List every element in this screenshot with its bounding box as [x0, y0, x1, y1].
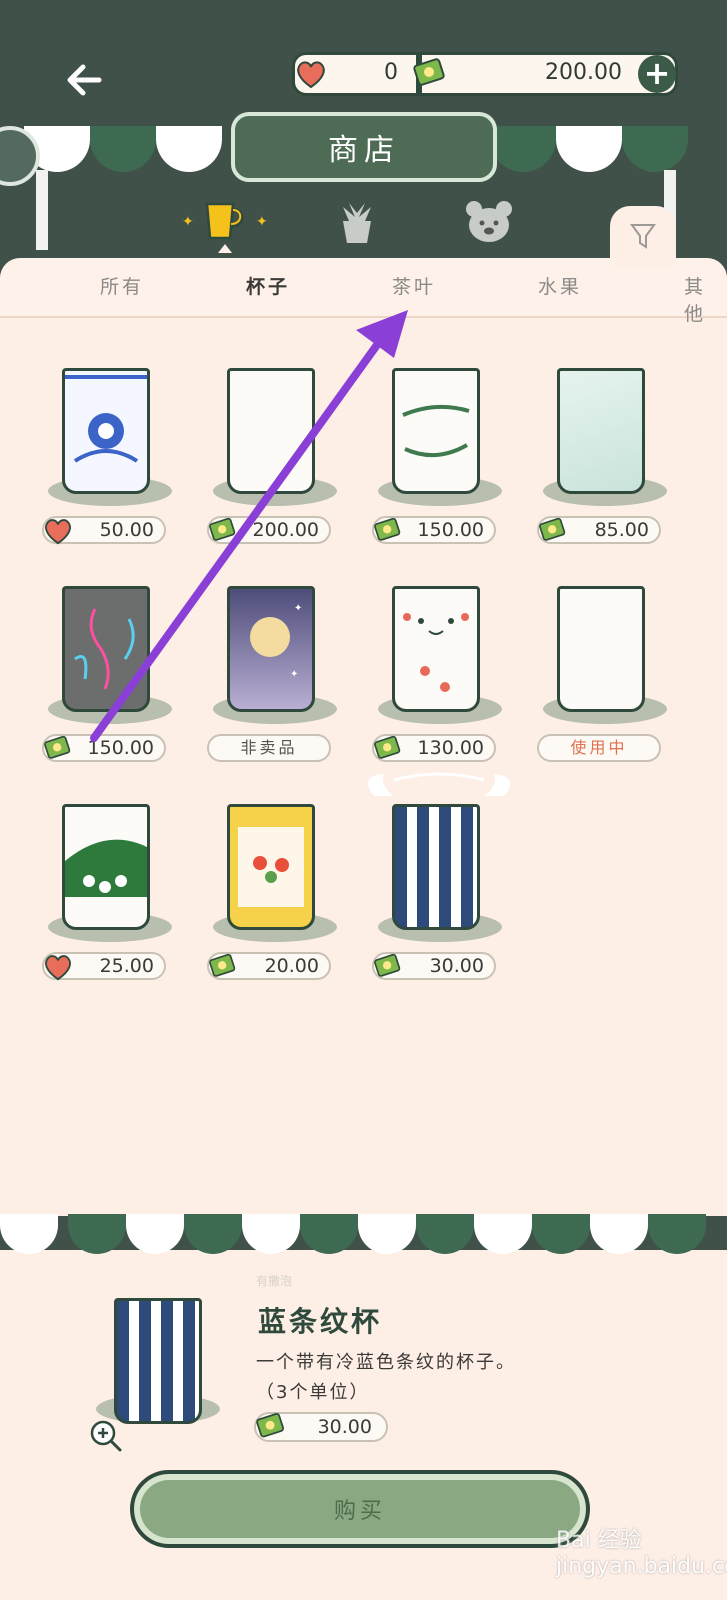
- money-icon: [539, 517, 566, 541]
- category-bear-tab[interactable]: [462, 196, 516, 248]
- filter-button[interactable]: [610, 206, 676, 266]
- item-price: 50.00: [99, 519, 154, 541]
- shop-item-selected[interactable]: 30.00: [367, 762, 511, 980]
- item-price: 25.00: [99, 955, 154, 977]
- plant-icon: [343, 203, 371, 243]
- shop-item[interactable]: ✦ ✦ 非卖品: [203, 544, 343, 762]
- shop-item[interactable]: 200.00: [203, 326, 343, 544]
- item-price: 200.00: [252, 519, 319, 541]
- money-icon: [209, 517, 236, 541]
- money-icon: [209, 953, 236, 977]
- zoom-in-icon: [90, 1420, 122, 1452]
- money-icon: [44, 735, 71, 759]
- lily-of-the-valley-cup: [62, 804, 150, 930]
- detail-badge: 有撒泡: [256, 1274, 293, 1288]
- watermark: Bai 经验 jingyan.baidu.com: [556, 1528, 727, 1579]
- bear-icon: [466, 201, 512, 242]
- arrow-left-icon: [67, 64, 102, 96]
- not-for-sale-badge: 非卖品: [207, 734, 331, 762]
- in-use-badge: 使用中: [537, 734, 661, 762]
- money-icon: [256, 1413, 285, 1438]
- detail-price-value: 30.00: [317, 1416, 372, 1438]
- tab-other[interactable]: 其他: [684, 272, 727, 326]
- shop-item[interactable]: 85.00: [533, 326, 673, 544]
- money-icon: [413, 58, 445, 86]
- money-count: 200.00: [545, 60, 622, 85]
- item-price: 130.00: [417, 737, 484, 759]
- item-units: （3个单位）: [256, 1382, 370, 1403]
- cup-icon: [205, 202, 244, 240]
- heart-icon: [297, 61, 325, 89]
- bottom-awning: [0, 1214, 727, 1254]
- buy-button[interactable]: 购买: [130, 1470, 590, 1548]
- money-icon: [374, 517, 401, 541]
- page-title: 商店: [231, 112, 497, 182]
- flamingo-cup: [62, 586, 150, 712]
- blue-porcelain-cup: [62, 368, 150, 494]
- shop-item[interactable]: 130.00: [368, 544, 508, 762]
- category-plant-tab[interactable]: [330, 196, 384, 248]
- heart-icon: [45, 955, 71, 981]
- moon-night-cup: ✦ ✦: [227, 586, 315, 712]
- item-price: 20.00: [264, 955, 319, 977]
- filter-icon: [630, 224, 656, 249]
- plain-glass-cup: [557, 586, 645, 712]
- shop-item[interactable]: 150.00: [38, 544, 178, 762]
- shop-item[interactable]: 20.00: [203, 762, 343, 980]
- zoom-button[interactable]: [88, 1418, 124, 1454]
- leaf-vine-cup: [392, 368, 480, 494]
- category-cup-tab[interactable]: [197, 196, 251, 248]
- svg-text:✦: ✦: [290, 669, 298, 680]
- shop-item[interactable]: 50.00: [38, 326, 178, 545]
- tab-tea[interactable]: 茶叶: [392, 272, 436, 299]
- item-price: 150.00: [417, 519, 484, 541]
- svg-text:✦: ✦: [294, 603, 302, 614]
- shop-item[interactable]: 使用中: [533, 544, 673, 762]
- back-button[interactable]: [56, 52, 112, 108]
- item-name: 蓝条纹杯: [258, 1305, 383, 1338]
- yellow-floral-cup: [227, 804, 315, 930]
- tab-all[interactable]: 所有: [100, 272, 144, 299]
- tab-cups[interactable]: 杯子: [246, 272, 290, 299]
- shop-item[interactable]: 25.00: [38, 762, 178, 981]
- detail-cup-image: [114, 1298, 202, 1424]
- blue-stripe-cup: [392, 804, 480, 930]
- money-icon: [374, 735, 401, 759]
- item-description: 一个带有冷蓝色条纹的杯子。: [256, 1352, 516, 1373]
- tab-fruit[interactable]: 水果: [538, 272, 582, 299]
- plain-glass-cup: [227, 368, 315, 494]
- detail-price: 30.00: [254, 1412, 388, 1442]
- add-currency-button[interactable]: +: [638, 55, 676, 93]
- shop-item[interactable]: 150.00: [368, 326, 508, 544]
- item-price: 150.00: [87, 737, 154, 759]
- selection-wings: [367, 772, 511, 796]
- item-price: 85.00: [594, 519, 649, 541]
- money-icon: [374, 953, 401, 977]
- item-price: 30.00: [429, 955, 484, 977]
- hearts-count: 0: [384, 60, 398, 85]
- marble-cup: [557, 368, 645, 494]
- cat-face-cup: [392, 586, 480, 712]
- heart-icon: [45, 519, 71, 545]
